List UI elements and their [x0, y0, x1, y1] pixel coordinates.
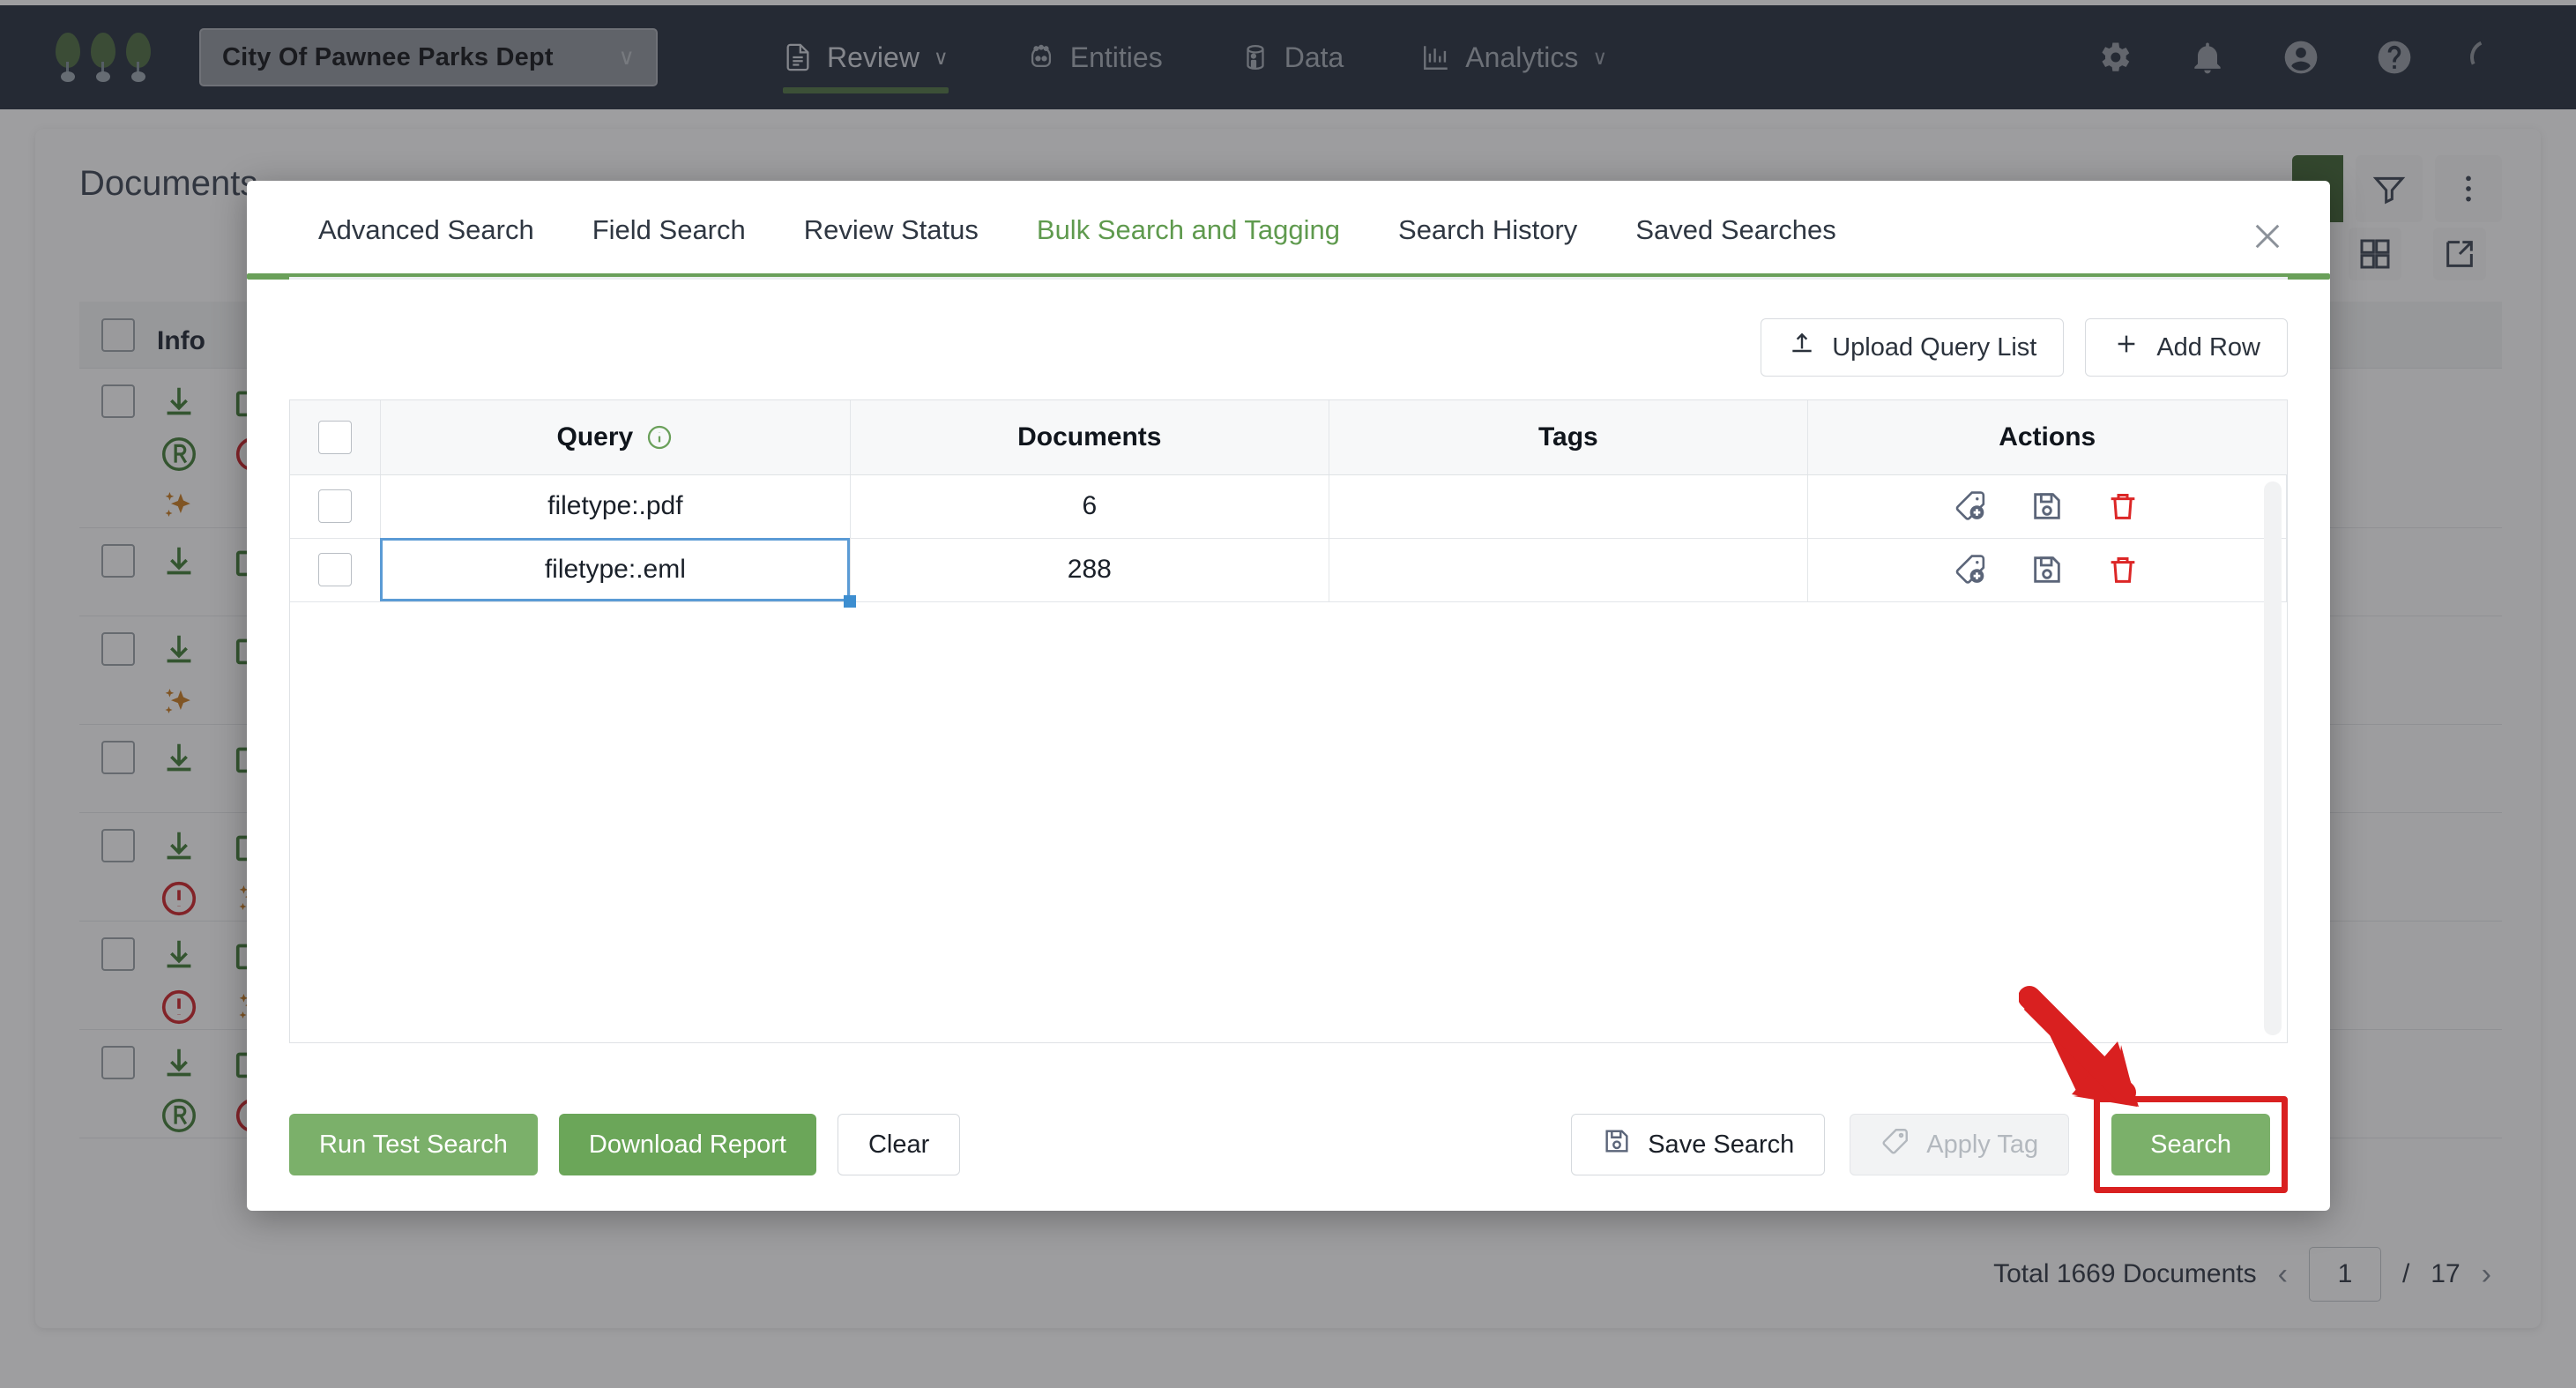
upload-query-list-label: Upload Query List [1832, 333, 2036, 362]
app-root: City Of Pawnee Parks Dept ∨ Review ∨ [0, 0, 2576, 1388]
modal-toolbar: Upload Query List Add Row [247, 280, 2330, 377]
apply-tag-label: Apply Tag [1926, 1131, 2038, 1160]
upload-query-list-button[interactable]: Upload Query List [1761, 318, 2064, 377]
tags-cell[interactable] [1329, 538, 1807, 601]
save-search-label: Save Search [1648, 1131, 1794, 1160]
query-cell[interactable]: filetype:.pdf [380, 474, 850, 538]
tab-review-status[interactable]: Review Status [775, 181, 1008, 280]
save-search-button[interactable]: Save Search [1571, 1114, 1825, 1175]
query-row[interactable]: filetype:.pdf 6 [290, 474, 2287, 538]
tab-saved-searches[interactable]: Saved Searches [1606, 181, 1865, 280]
actions-cell [1807, 474, 2286, 538]
query-column-label: Query [557, 422, 634, 452]
tab-field-search[interactable]: Field Search [563, 181, 775, 280]
query-cell[interactable]: filetype:.eml [380, 538, 850, 601]
delete-icon[interactable] [2103, 550, 2142, 589]
tab-label: Review Status [804, 214, 979, 246]
tab-label: Advanced Search [318, 214, 534, 246]
table-scrollbar[interactable] [2264, 481, 2282, 1035]
tabs-divider [289, 277, 2288, 280]
save-icon[interactable] [2028, 487, 2066, 526]
save-icon [1602, 1126, 1632, 1163]
documents-cell: 288 [850, 538, 1329, 601]
tag-icon [1880, 1126, 1910, 1163]
info-icon[interactable] [645, 423, 674, 451]
close-icon[interactable] [2242, 211, 2293, 262]
add-row-button[interactable]: Add Row [2085, 318, 2288, 377]
query-row[interactable]: filetype:.eml 288 [290, 538, 2287, 601]
actions-cell [1807, 538, 2286, 601]
download-report-button[interactable]: Download Report [559, 1114, 816, 1175]
run-test-search-button[interactable]: Run Test Search [289, 1114, 538, 1175]
modal-tabs: Advanced Search Field Search Review Stat… [247, 181, 2330, 280]
search-button-highlight: Search [2094, 1096, 2288, 1193]
save-icon[interactable] [2028, 550, 2066, 589]
tab-label: Search History [1398, 214, 1577, 246]
tab-label: Saved Searches [1635, 214, 1835, 246]
delete-icon[interactable] [2103, 487, 2142, 526]
query-select-all-header[interactable] [290, 400, 380, 474]
tag-add-icon[interactable] [1952, 550, 1991, 589]
upload-icon [1788, 330, 1816, 365]
documents-cell: 6 [850, 474, 1329, 538]
plus-icon [2112, 330, 2140, 365]
tags-column-header: Tags [1329, 400, 1807, 474]
tab-bulk-search-and-tagging[interactable]: Bulk Search and Tagging [1008, 181, 1369, 280]
tab-search-history[interactable]: Search History [1369, 181, 1606, 280]
tab-label: Field Search [592, 214, 746, 246]
query-table-header-row: Query Documents Tags Actions [290, 400, 2287, 474]
search-button[interactable]: Search [2111, 1114, 2270, 1175]
query-table: Query Documents Tags Actions [290, 400, 2287, 602]
add-row-label: Add Row [2156, 333, 2260, 362]
query-row-checkbox[interactable] [290, 474, 380, 538]
documents-column-header: Documents [850, 400, 1329, 474]
actions-column-header: Actions [1807, 400, 2286, 474]
tab-advanced-search[interactable]: Advanced Search [289, 181, 563, 280]
query-column-header: Query [380, 400, 850, 474]
apply-tag-button: Apply Tag [1850, 1114, 2069, 1175]
query-row-checkbox[interactable] [290, 538, 380, 601]
search-modal: Advanced Search Field Search Review Stat… [247, 181, 2330, 1211]
tab-label: Bulk Search and Tagging [1037, 214, 1340, 246]
tag-add-icon[interactable] [1952, 487, 1991, 526]
tags-cell[interactable] [1329, 474, 1807, 538]
clear-button[interactable]: Clear [838, 1114, 960, 1175]
query-table-wrapper: Query Documents Tags Actions [289, 399, 2288, 1043]
modal-footer: Run Test Search Download Report Clear Sa… [247, 1078, 2330, 1211]
